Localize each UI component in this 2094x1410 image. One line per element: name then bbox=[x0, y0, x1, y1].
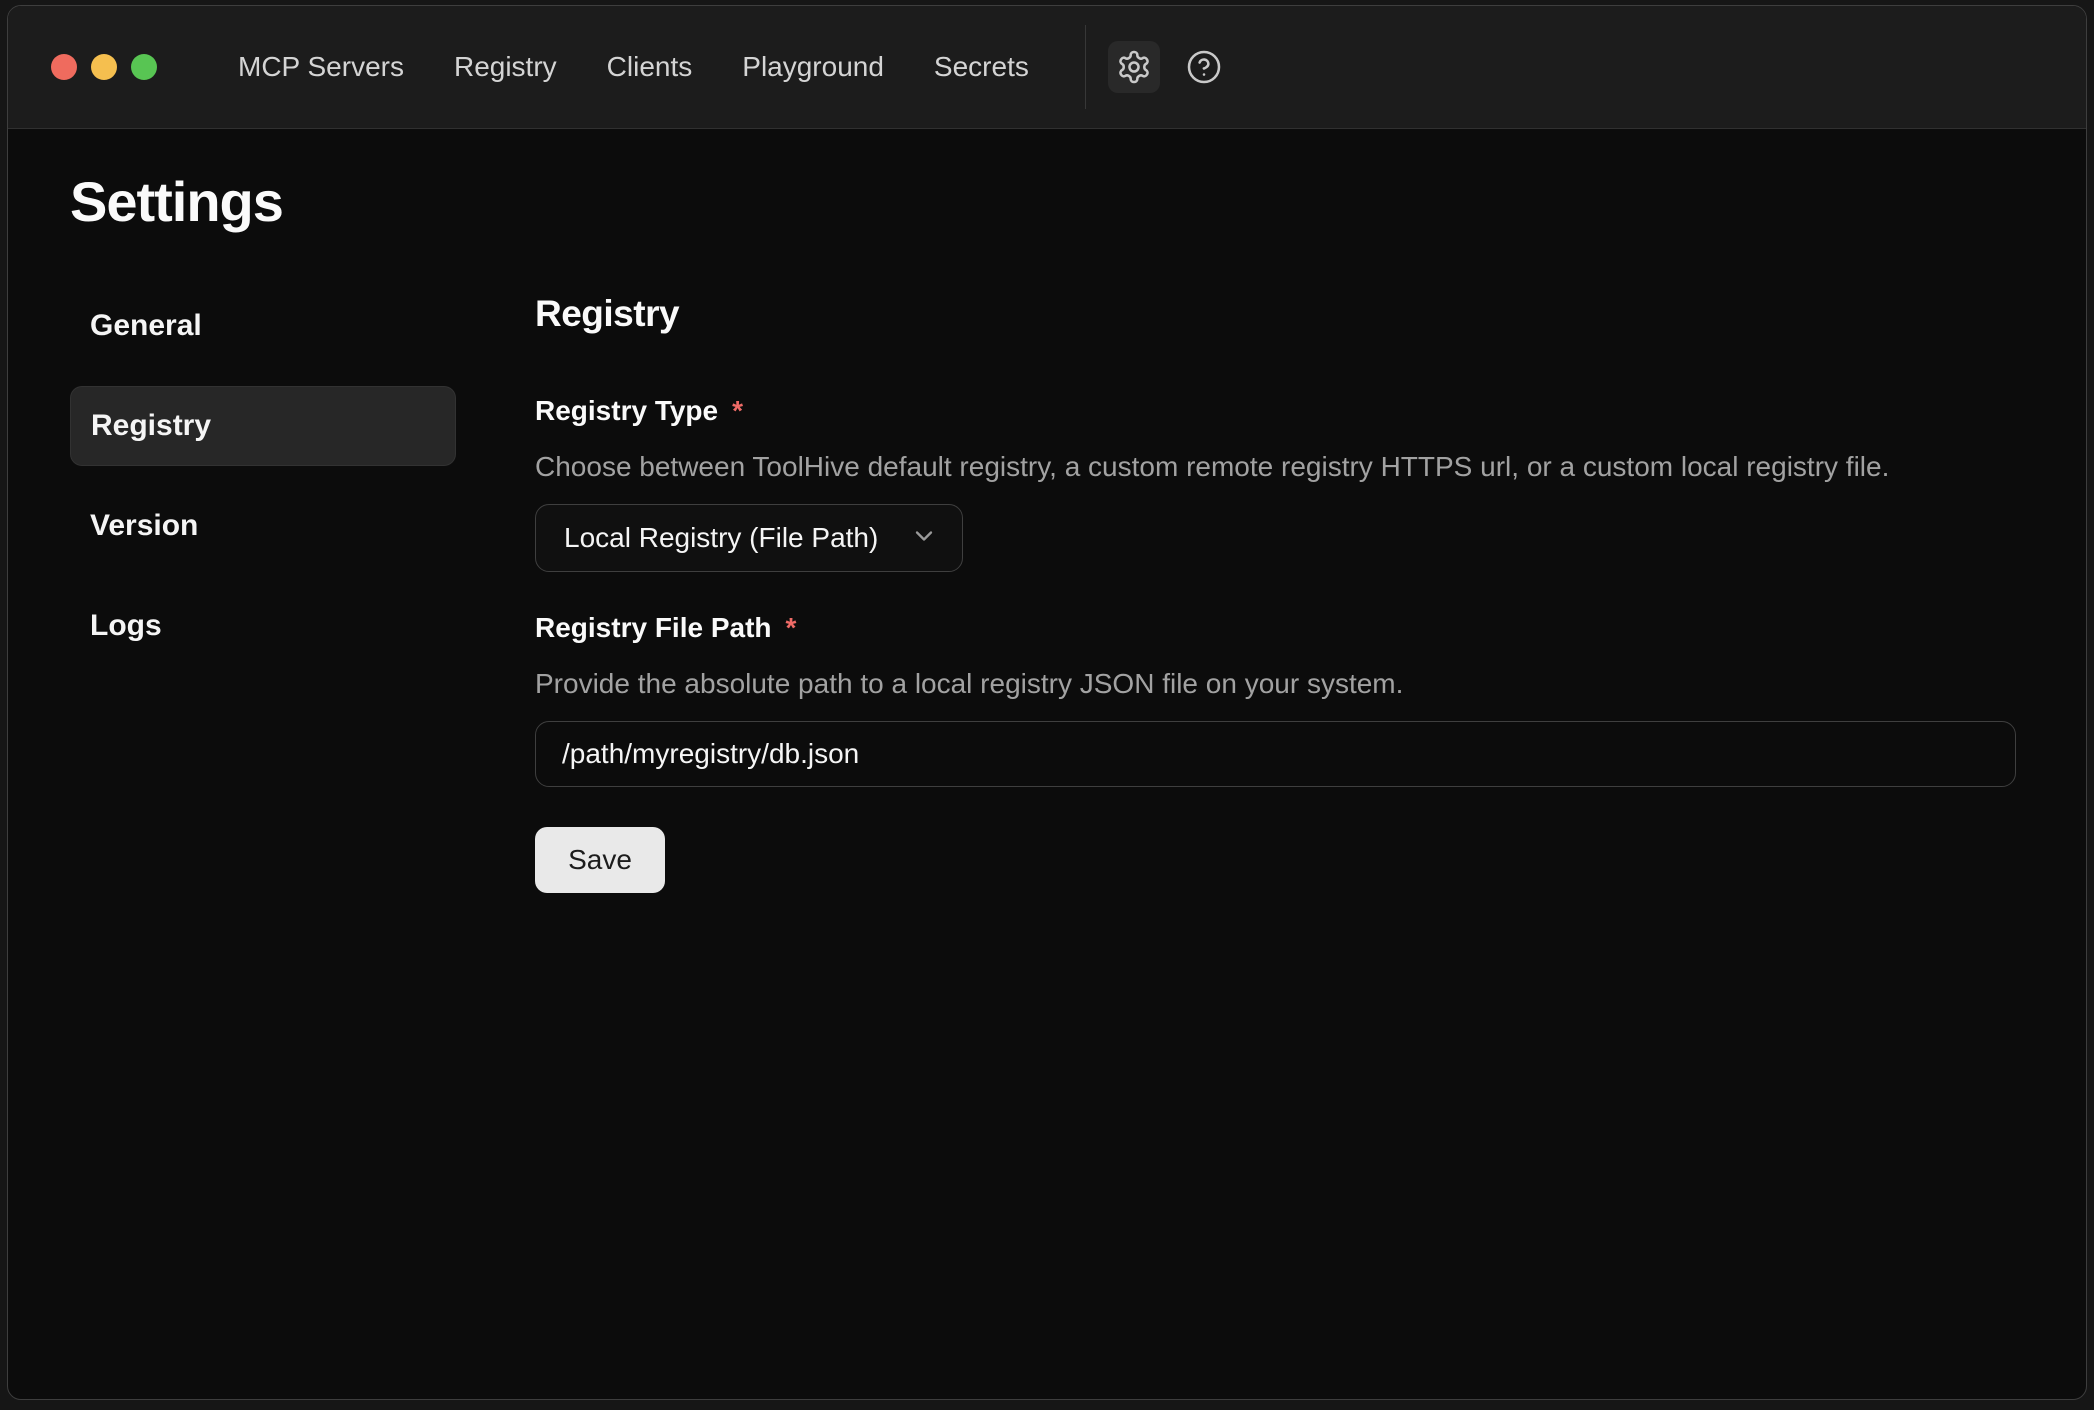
close-window-button[interactable] bbox=[51, 54, 77, 80]
help-icon bbox=[1186, 49, 1222, 85]
nav-registry[interactable]: Registry bbox=[454, 50, 557, 84]
registry-type-description: Choose between ToolHive default registry… bbox=[535, 450, 2016, 484]
section-heading: Registry bbox=[535, 292, 2016, 336]
settings-sidebar: General Registry Version Logs bbox=[70, 286, 456, 893]
settings-page: Settings General Registry Version Logs R… bbox=[8, 129, 2086, 893]
window-titlebar: MCP Servers Registry Clients Playground … bbox=[8, 6, 2086, 129]
sidebar-item-logs[interactable]: Logs bbox=[70, 586, 456, 666]
required-asterisk: * bbox=[732, 395, 743, 427]
nav-mcp-servers[interactable]: MCP Servers bbox=[238, 50, 404, 84]
chevron-down-icon bbox=[910, 522, 938, 555]
required-asterisk: * bbox=[786, 612, 797, 644]
registry-type-label: Registry Type bbox=[535, 394, 718, 428]
app-window: MCP Servers Registry Clients Playground … bbox=[7, 5, 2087, 1400]
registry-file-path-description: Provide the absolute path to a local reg… bbox=[535, 667, 2016, 701]
help-button[interactable] bbox=[1178, 41, 1230, 93]
registry-file-path-label: Registry File Path bbox=[535, 611, 772, 645]
sidebar-item-general[interactable]: General bbox=[70, 286, 456, 366]
sidebar-item-version[interactable]: Version bbox=[70, 486, 456, 566]
nav-divider bbox=[1085, 25, 1086, 109]
registry-file-path-input[interactable] bbox=[535, 721, 2016, 787]
zoom-window-button[interactable] bbox=[131, 54, 157, 80]
save-button[interactable]: Save bbox=[535, 827, 665, 893]
traffic-lights bbox=[51, 54, 157, 80]
registry-type-selected-value: Local Registry (File Path) bbox=[564, 522, 878, 554]
nav-playground[interactable]: Playground bbox=[742, 50, 884, 84]
registry-type-select[interactable]: Local Registry (File Path) bbox=[535, 504, 963, 572]
nav-secrets[interactable]: Secrets bbox=[934, 50, 1029, 84]
minimize-window-button[interactable] bbox=[91, 54, 117, 80]
nav-clients[interactable]: Clients bbox=[607, 50, 693, 84]
settings-gear-button[interactable] bbox=[1108, 41, 1160, 93]
page-title: Settings bbox=[70, 169, 2086, 235]
top-navigation: MCP Servers Registry Clients Playground … bbox=[238, 50, 1029, 84]
sidebar-item-registry[interactable]: Registry bbox=[70, 386, 456, 466]
gear-icon bbox=[1116, 49, 1152, 85]
registry-settings-panel: Registry Registry Type * Choose between … bbox=[535, 286, 2086, 893]
